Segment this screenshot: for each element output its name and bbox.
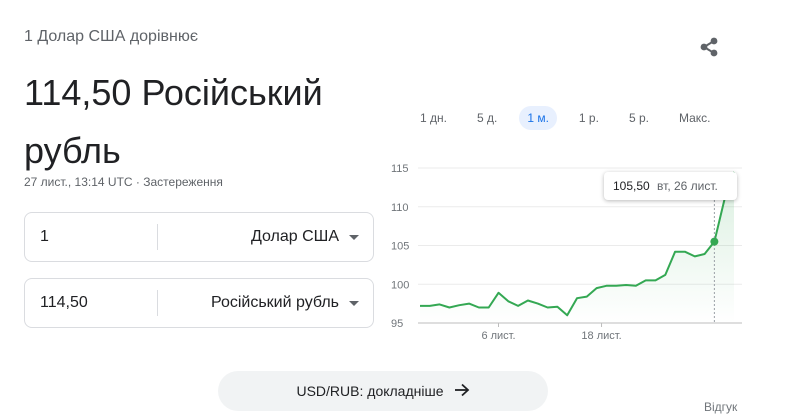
to-amount-input[interactable] [25,279,157,327]
conversion-subtitle: 1 Долар США дорівнює [24,28,199,45]
tooltip-value: 105,50 [613,179,650,193]
y-tick-label: 110 [391,202,409,214]
time-range-tabs: 1 дн. 5 д. 1 м. 1 р. 5 р. Макс. [412,106,732,130]
chevron-down-icon [349,234,359,240]
arrow-right-icon [454,383,470,400]
conversion-result: 114,50 Російський рубль [24,72,323,171]
timestamp-disclaimer: 27 лист., 13:14 UTC · Застереження [24,175,223,189]
details-button[interactable]: USD/RUB: докладніше [218,371,548,411]
tab-range-max[interactable]: Макс. [671,106,719,130]
chart-tooltip: 105,50 вт, 26 лист. [604,172,737,200]
from-currency-label: Долар США [250,228,339,245]
y-tick-label: 100 [391,279,409,291]
share-icon[interactable] [694,32,724,62]
chevron-down-icon [349,300,359,306]
y-tick-label: 115 [391,163,409,175]
hover-point [710,237,719,246]
to-currency-row: Російський рубль [24,278,374,328]
feedback-link[interactable]: Відгук [704,400,737,414]
from-currency-select[interactable]: Долар США [158,213,373,261]
y-tick-label: 105 [391,241,409,253]
tab-range-5y[interactable]: 5 р. [621,106,657,130]
tab-range-1y[interactable]: 1 р. [571,106,607,130]
tab-range-5d[interactable]: 5 д. [469,106,505,130]
x-tick-label: 18 лист. [581,330,621,342]
to-currency-label: Російський рубль [210,294,339,311]
from-amount-input[interactable] [25,213,157,261]
tab-range-1d[interactable]: 1 дн. [412,106,455,130]
to-currency-select[interactable]: Російський рубль [158,279,373,327]
x-tick-label: 6 лист. [481,330,515,342]
tooltip-date: вт, 26 лист. [657,179,718,193]
tab-range-1m[interactable]: 1 м. [519,106,557,130]
y-tick-label: 95 [391,318,403,330]
details-label: USD/RUB: докладніше [296,383,444,399]
from-currency-row: Долар США [24,212,374,262]
